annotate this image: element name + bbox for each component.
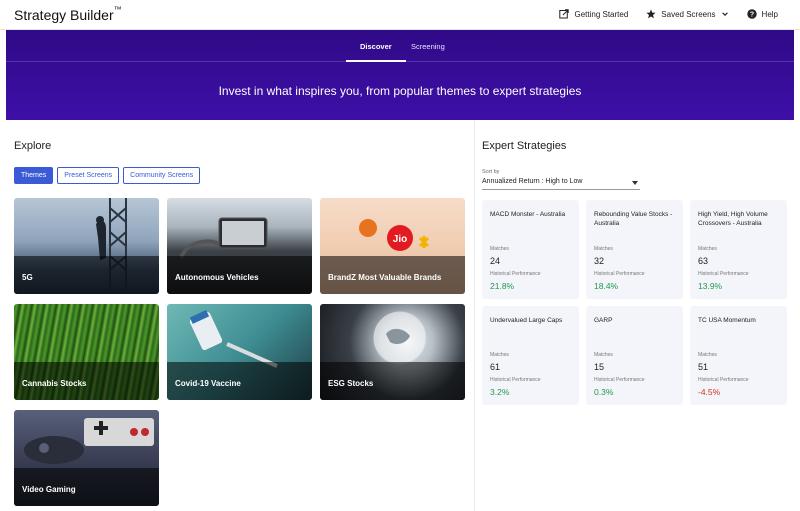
- getting-started-link[interactable]: Getting Started: [559, 9, 628, 19]
- performance-label: Historical Performance: [594, 377, 645, 383]
- theme-label-video-gaming: Video Gaming: [22, 485, 76, 494]
- theme-label-esg-stocks: ESG Stocks: [328, 379, 374, 388]
- matches-label: Matches: [594, 352, 613, 358]
- strategy-name: MACD Monster - Australia: [490, 211, 566, 218]
- theme-overlay: [14, 256, 159, 294]
- external-link-icon: [559, 9, 570, 19]
- tab-screening[interactable]: Screening: [411, 42, 445, 51]
- app-title: Strategy Builder™: [14, 5, 122, 23]
- matches-value: 32: [594, 256, 605, 266]
- theme-card-video-gaming[interactable]: Video Gaming: [14, 410, 159, 506]
- hero-tagline: Invest in what inspires you, from popula…: [218, 84, 582, 98]
- sort-select[interactable]: Annualized Return : High to Low: [482, 178, 640, 190]
- getting-started-label: Getting Started: [574, 9, 629, 19]
- theme-label-covid-vaccine: Covid-19 Vaccine: [175, 379, 241, 388]
- performance-value: 13.9%: [698, 281, 723, 291]
- theme-card-esg-stocks[interactable]: ESG Stocks: [320, 304, 465, 400]
- performance-value: 21.8%: [490, 281, 515, 291]
- pill-preset-screens[interactable]: Preset Screens: [57, 167, 120, 184]
- saved-screens-label: Saved Screens: [661, 9, 716, 19]
- matches-value: 24: [490, 256, 501, 266]
- expert-strategies-panel: Expert Strategies Sort by Annualized Ret…: [475, 120, 800, 511]
- performance-value: 18.4%: [594, 281, 619, 291]
- sort-select-value: Annualized Return : High to Low: [482, 178, 583, 185]
- matches-label: Matches: [698, 352, 717, 358]
- strategy-name: Undervalued Large Caps: [490, 317, 563, 324]
- top-links: Getting Started Saved Screens ? Help: [559, 9, 778, 19]
- star-icon: [646, 9, 656, 19]
- strategy-card-undervalued-large-caps[interactable]: Undervalued Large Caps Matches 61 Histor…: [482, 306, 579, 405]
- performance-value: -4.5%: [698, 387, 721, 397]
- matches-label: Matches: [490, 246, 509, 252]
- strategy-card-garp[interactable]: GARP Matches 15 Historical Performance 0…: [586, 306, 683, 405]
- matches-value: 63: [698, 256, 709, 266]
- strategy-card-macd-monster[interactable]: MACD Monster - Australia Matches 24 Hist…: [482, 200, 579, 299]
- strategy-name: TC USA Momentum: [698, 317, 756, 324]
- matches-value: 51: [698, 362, 709, 372]
- theme-card-cannabis-stocks[interactable]: Cannabis Stocks: [14, 304, 159, 400]
- performance-value: 0.3%: [594, 387, 614, 397]
- strategy-name: Rebounding Value Stocks - Australia: [594, 211, 673, 227]
- sort-label: Sort by: [482, 169, 500, 175]
- chevron-down-icon: [721, 12, 728, 16]
- theme-card-autonomous-vehicles[interactable]: Autonomous Vehicles: [167, 198, 312, 294]
- theme-card-brandz[interactable]: Jio BrandZ Most Valuable Brands: [320, 198, 465, 294]
- matches-label: Matches: [594, 246, 613, 252]
- matches-value: 61: [490, 362, 501, 372]
- matches-value: 15: [594, 362, 605, 372]
- caret-down-icon: [632, 181, 638, 185]
- help-link[interactable]: ? Help: [746, 9, 778, 19]
- pill-community-screens[interactable]: Community Screens: [123, 167, 201, 184]
- theme-label-autonomous-vehicles: Autonomous Vehicles: [175, 273, 259, 282]
- strategy-name: GARP: [594, 317, 613, 324]
- performance-label: Historical Performance: [698, 377, 749, 383]
- saved-screens-dropdown[interactable]: Saved Screens: [646, 9, 728, 19]
- help-label: Help: [761, 9, 778, 19]
- app-title-text: Strategy Builder: [14, 7, 114, 23]
- svg-text:?: ?: [749, 11, 753, 18]
- main-tabs: Discover Screening: [6, 30, 794, 62]
- matches-label: Matches: [698, 246, 717, 252]
- performance-label: Historical Performance: [490, 271, 541, 277]
- top-bar: Strategy Builder™ Getting Started Saved …: [0, 0, 800, 30]
- matches-label: Matches: [490, 352, 509, 358]
- explore-filter-pills: Themes Preset Screens Community Screens: [14, 167, 201, 184]
- tab-discover[interactable]: Discover: [360, 42, 392, 51]
- active-tab-indicator: [346, 60, 406, 62]
- pill-themes[interactable]: Themes: [14, 167, 54, 184]
- expert-strategies-title: Expert Strategies: [482, 140, 567, 152]
- performance-value: 3.2%: [490, 387, 510, 397]
- trademark-symbol: ™: [113, 5, 122, 15]
- strategy-card-rebounding-value[interactable]: Rebounding Value Stocks - Australia Matc…: [586, 200, 683, 299]
- hero-banner: Discover Screening Invest in what inspir…: [6, 30, 794, 120]
- theme-card-5g[interactable]: 5G: [14, 198, 159, 294]
- theme-label-brandz: BrandZ Most Valuable Brands: [328, 273, 442, 282]
- theme-card-covid-vaccine[interactable]: Covid-19 Vaccine: [167, 304, 312, 400]
- performance-label: Historical Performance: [594, 271, 645, 277]
- strategy-card-high-yield[interactable]: High Yield, High Volume Crossovers - Aus…: [690, 200, 787, 299]
- theme-label-cannabis-stocks: Cannabis Stocks: [22, 379, 87, 388]
- performance-label: Historical Performance: [698, 271, 749, 277]
- performance-label: Historical Performance: [490, 377, 541, 383]
- theme-label-5g: 5G: [22, 273, 33, 282]
- explore-panel: Explore Themes Preset Screens Community …: [6, 120, 474, 511]
- help-icon: ?: [746, 9, 757, 19]
- svg-text:Jio: Jio: [393, 234, 407, 245]
- strategy-name: High Yield, High Volume Crossovers - Aus…: [698, 211, 768, 227]
- explore-title: Explore: [14, 140, 52, 152]
- strategy-card-tc-usa-momentum[interactable]: TC USA Momentum Matches 51 Historical Pe…: [690, 306, 787, 405]
